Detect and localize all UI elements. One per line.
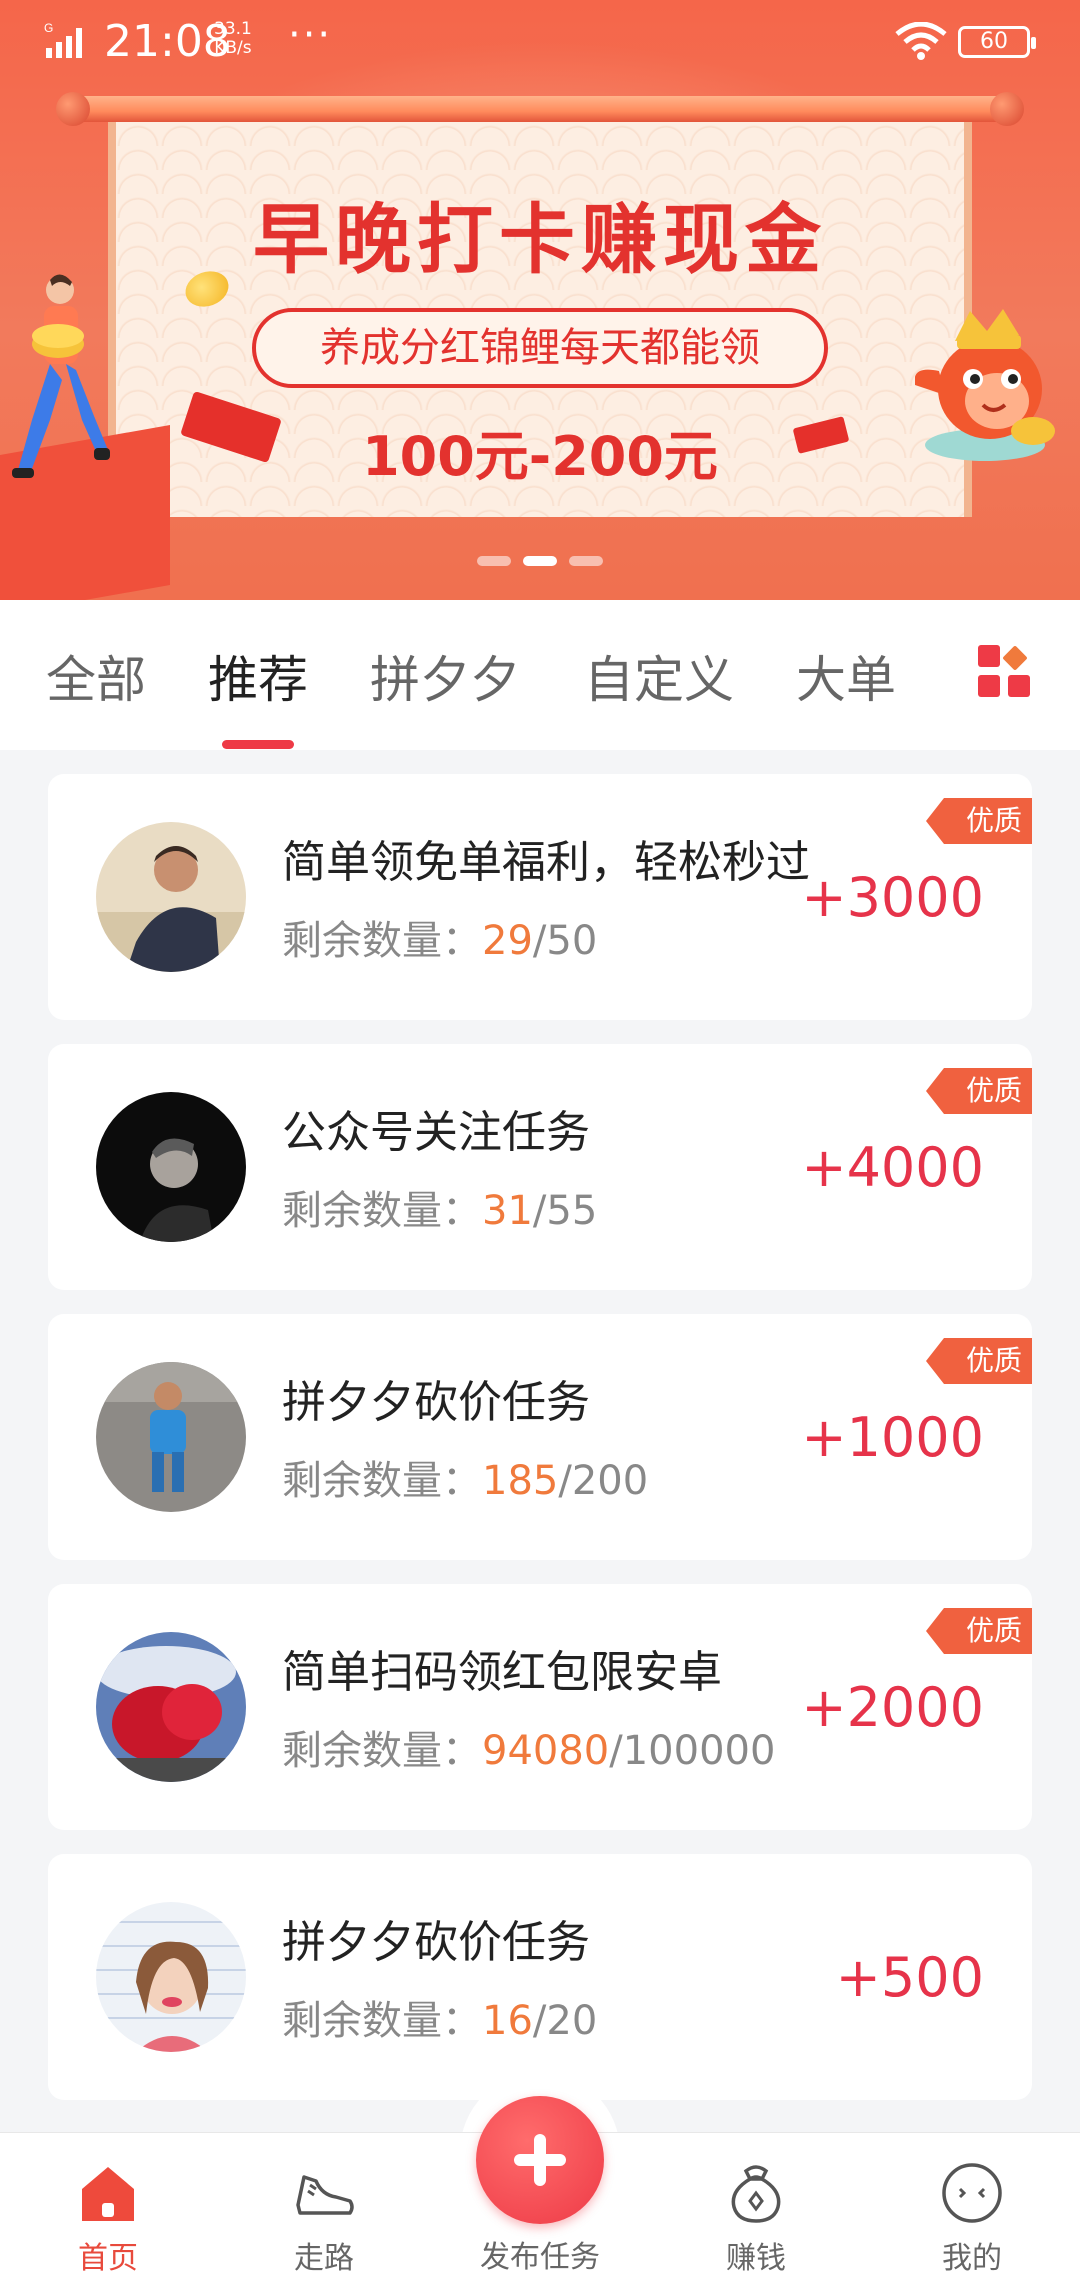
tab-pinxixi[interactable]: 拼夕夕 xyxy=(370,640,520,712)
nav-mine[interactable]: 我的 xyxy=(892,2133,1052,2280)
task-title: 拼夕夕砍价任务 xyxy=(282,1917,590,1968)
reward-amount: +2000 xyxy=(801,1676,984,1739)
reward-amount: +3000 xyxy=(801,866,984,929)
scroll-knob-left xyxy=(56,92,90,126)
avatar xyxy=(96,1902,246,2052)
network-speed-value: 33.1 xyxy=(214,19,252,39)
remaining-count: 剩余数量：16/20 xyxy=(282,1988,597,2046)
carousel-dot-active[interactable] xyxy=(523,556,557,566)
quality-badge: 优质 xyxy=(926,1068,1032,1114)
tab-all[interactable]: 全部 xyxy=(46,640,146,712)
network-speed: 33.1 KB/s xyxy=(214,20,252,58)
category-tabs: 全部 推荐 拼夕夕 自定义 大单 xyxy=(0,600,1080,750)
task-card[interactable]: 简单领免单福利，轻松秒过 剩余数量：29/50 +3000 优质 xyxy=(48,774,1032,1020)
task-card[interactable]: 拼夕夕砍价任务 剩余数量：185/200 +1000 优质 xyxy=(48,1314,1032,1560)
nav-walk[interactable]: 走路 xyxy=(244,2133,404,2280)
avatar xyxy=(96,1092,246,1242)
more-notifications-icon: ··· xyxy=(288,12,333,58)
scroll-rod xyxy=(68,96,1012,122)
clock: 21:08 xyxy=(104,16,231,67)
reward-amount: +500 xyxy=(835,1946,984,2009)
battery-icon: 60 xyxy=(958,26,1036,58)
total-value: /55 xyxy=(532,1188,598,1234)
status-bar: G 21:08 33.1 KB/s ··· 60 xyxy=(0,0,1080,84)
banner-title: 早晚打卡赚现金 xyxy=(253,195,827,284)
task-card[interactable]: 公众号关注任务 剩余数量：31/55 +4000 优质 xyxy=(48,1044,1032,1290)
remaining-count: 剩余数量：185/200 xyxy=(282,1448,648,1506)
task-title: 简单扫码领红包限安卓 xyxy=(282,1647,722,1698)
task-title: 拼夕夕砍价任务 xyxy=(282,1377,590,1428)
nav-walk-label: 走路 xyxy=(294,2241,354,2276)
remaining-label: 剩余数量： xyxy=(282,1998,482,2044)
banner-subtitle: 养成分红锦鲤每天都能领 xyxy=(252,308,828,388)
avatar-kid-running xyxy=(96,1362,246,1512)
avatar-red-tree xyxy=(96,1632,246,1782)
remaining-label: 剩余数量： xyxy=(282,1458,482,1504)
wifi-icon xyxy=(895,22,947,60)
total-value: /20 xyxy=(532,1998,598,2044)
remaining-value: 185 xyxy=(482,1458,559,1504)
face-icon xyxy=(942,2163,1002,2223)
total-value: /100000 xyxy=(609,1728,776,1774)
task-title: 公众号关注任务 xyxy=(282,1107,590,1158)
remaining-count: 剩余数量：31/55 xyxy=(282,1178,597,1236)
avatar xyxy=(96,1362,246,1512)
scroll-knob-right xyxy=(990,92,1024,126)
plus-icon-vertical xyxy=(534,2134,546,2186)
reward-amount: +1000 xyxy=(801,1406,984,1469)
publish-task-button[interactable] xyxy=(476,2096,604,2224)
person-carrying-coins-icon xyxy=(12,274,110,478)
carousel-indicator xyxy=(0,551,1080,570)
promo-banner[interactable]: 早晚打卡赚现金 养成分红锦鲤每天都能领 100元-200元 xyxy=(0,0,1080,600)
tab-active-indicator xyxy=(222,740,294,749)
carousel-dot[interactable] xyxy=(477,556,511,566)
remaining-count: 剩余数量：94080/100000 xyxy=(282,1718,775,1776)
koi-fish-mascot-icon xyxy=(915,309,1055,461)
publish-task-label: 发布任务 xyxy=(480,2240,600,2275)
grid-icon[interactable] xyxy=(978,645,1030,697)
tab-big-order[interactable]: 大单 xyxy=(796,640,896,712)
remaining-count: 剩余数量：29/50 xyxy=(282,908,597,966)
avatar xyxy=(96,822,246,972)
remaining-value: 94080 xyxy=(482,1728,610,1774)
shoe-icon xyxy=(296,2175,354,2215)
svg-text:G: G xyxy=(44,21,53,35)
network-speed-unit: KB/s xyxy=(214,38,252,58)
quality-badge: 优质 xyxy=(926,798,1032,844)
task-card[interactable]: 简单扫码领红包限安卓 剩余数量：94080/100000 +2000 优质 xyxy=(48,1584,1032,1830)
tab-custom[interactable]: 自定义 xyxy=(584,640,734,712)
avatar-child-drawing xyxy=(96,822,246,972)
remaining-value: 29 xyxy=(482,918,533,964)
total-value: /50 xyxy=(532,918,598,964)
carousel-dot[interactable] xyxy=(569,556,603,566)
reward-amount: +4000 xyxy=(801,1136,984,1199)
tab-recommended[interactable]: 推荐 xyxy=(208,640,308,712)
remaining-value: 31 xyxy=(482,1188,533,1234)
avatar-boy-dark xyxy=(96,1092,246,1242)
remaining-label: 剩余数量： xyxy=(282,918,482,964)
remaining-value: 16 xyxy=(482,1998,533,2044)
cellular-signal-icon: G xyxy=(44,21,82,58)
avatar-girl xyxy=(96,1902,246,2052)
remaining-label: 剩余数量： xyxy=(282,1728,482,1774)
nav-home[interactable]: 首页 xyxy=(28,2133,188,2280)
task-title: 简单领免单福利，轻松秒过 xyxy=(282,837,810,888)
total-value: /200 xyxy=(558,1458,649,1504)
quality-badge: 优质 xyxy=(926,1338,1032,1384)
quality-badge: 优质 xyxy=(926,1608,1032,1654)
home-icon xyxy=(82,2167,134,2221)
task-card[interactable]: 拼夕夕砍价任务 剩余数量：16/20 +500 xyxy=(48,1854,1032,2100)
money-bag-icon xyxy=(731,2165,781,2223)
nav-mine-label: 我的 xyxy=(942,2241,1002,2276)
nav-earn-label: 赚钱 xyxy=(726,2241,786,2276)
nav-earn[interactable]: 赚钱 xyxy=(676,2133,836,2280)
avatar xyxy=(96,1632,246,1782)
remaining-label: 剩余数量： xyxy=(282,1188,482,1234)
nav-home-label: 首页 xyxy=(78,2241,138,2276)
